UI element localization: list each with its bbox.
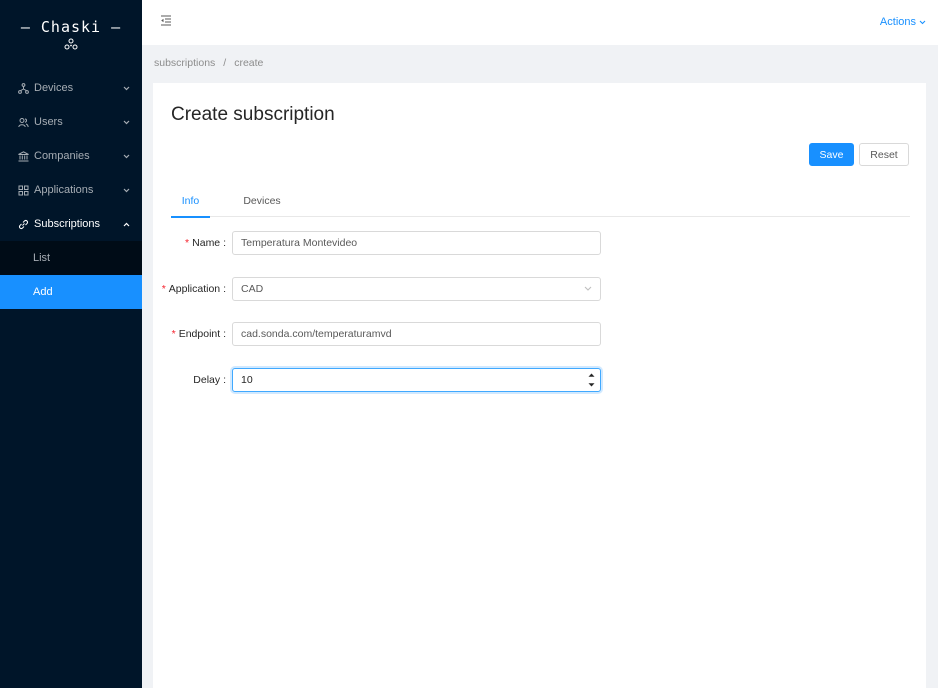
- delay-input-value: 10: [241, 374, 253, 386]
- sidebar-item-users[interactable]: Users: [0, 105, 142, 139]
- endpoint-label: * Endpoint :: [171, 328, 226, 340]
- sidebar-subitem-label: Add: [33, 286, 53, 298]
- content-card: Create subscription Save Reset Info Devi…: [153, 83, 926, 688]
- increment-arrow-icon[interactable]: [584, 370, 598, 380]
- bank-icon: [17, 150, 29, 162]
- application-select-value: CAD: [241, 283, 264, 295]
- sidebar-item-label: Subscriptions: [34, 218, 101, 230]
- sidebar-item-companies[interactable]: Companies: [0, 139, 142, 173]
- delay-stepper: [582, 369, 600, 391]
- sidebar-item-devices[interactable]: Devices: [0, 71, 142, 105]
- subscriptions-submenu: List Add: [0, 241, 142, 309]
- form-row-delay: Delay : 10: [153, 368, 926, 392]
- sidebar-subitem-add[interactable]: Add: [0, 275, 142, 309]
- actions-label: Actions: [879, 16, 916, 28]
- form-row-application: * Application : CAD: [153, 277, 926, 301]
- name-input[interactable]: Temperatura Montevideo: [232, 231, 601, 255]
- required-mark: *: [161, 283, 166, 295]
- sidebar-subitem-label: List: [33, 252, 51, 264]
- sidebar-item-applications[interactable]: Applications: [0, 173, 142, 207]
- required-mark: *: [185, 237, 190, 249]
- tab-info[interactable]: Info: [171, 195, 210, 218]
- form-row-endpoint: * Endpoint : cad.sonda.com/temperaturamvd: [153, 322, 926, 346]
- top-header: Actions: [142, 0, 938, 45]
- endpoint-input-value: cad.sonda.com/temperaturamvd: [241, 328, 392, 340]
- tab-devices[interactable]: Devices: [243, 195, 281, 217]
- sidebar-item-label: Applications: [34, 184, 94, 196]
- delay-label-text: Delay: [193, 374, 221, 386]
- form-row-name: * Name : Temperatura Montevideo: [153, 231, 926, 255]
- logo-text: — Chaski —: [20, 17, 122, 36]
- tabs-bar: Info Devices: [171, 191, 910, 218]
- users-icon: [17, 116, 29, 128]
- endpoint-input[interactable]: cad.sonda.com/temperaturamvd: [232, 322, 601, 346]
- application-select[interactable]: CAD: [232, 277, 601, 301]
- endpoint-label-text: Endpoint: [178, 328, 221, 340]
- decrement-arrow-icon[interactable]: [584, 380, 598, 390]
- sidebar: — Chaski — Devices Users Companies Appli…: [0, 0, 142, 688]
- name-label: * Name :: [185, 237, 226, 249]
- chaski-logo-icon: [64, 38, 78, 53]
- sidebar-menu: Devices Users Companies Applications Sub…: [0, 71, 142, 309]
- chevron-down-icon: [584, 286, 592, 291]
- reset-button[interactable]: Reset: [859, 143, 909, 166]
- sidebar-item-label: Users: [34, 116, 63, 128]
- application-label-text: Application: [168, 283, 221, 295]
- breadcrumb-separator: /: [223, 57, 227, 69]
- delay-label: Delay :: [193, 374, 226, 386]
- delay-number-input[interactable]: 10: [232, 368, 601, 392]
- application-label: * Application :: [161, 283, 226, 295]
- required-mark: *: [171, 328, 176, 340]
- breadcrumb-item-create: create: [234, 57, 264, 69]
- chevron-down-icon: [122, 152, 130, 160]
- sidebar-item-subscriptions[interactable]: Subscriptions: [0, 207, 142, 241]
- chevron-up-icon: [122, 220, 130, 228]
- breadcrumb-item-subscriptions[interactable]: subscriptions: [154, 57, 215, 69]
- appstore-icon: [17, 184, 29, 196]
- sidebar-item-label: Companies: [34, 150, 90, 162]
- name-label-text: Name: [192, 237, 221, 249]
- sidebar-subitem-list[interactable]: List: [0, 241, 142, 275]
- logo[interactable]: — Chaski —: [0, 0, 142, 70]
- link-icon: [17, 218, 29, 230]
- breadcrumb: subscriptions / create: [154, 57, 263, 69]
- cluster-icon: [17, 82, 29, 94]
- sidebar-item-label: Devices: [34, 82, 74, 94]
- chevron-down-icon: [122, 118, 130, 126]
- chevron-down-icon: [122, 186, 130, 194]
- menu-fold-icon[interactable]: [160, 15, 172, 27]
- page-title: Create subscription: [171, 104, 335, 125]
- actions-dropdown[interactable]: Actions: [880, 16, 926, 28]
- save-button[interactable]: Save: [809, 143, 854, 166]
- chevron-down-icon: [122, 84, 130, 92]
- name-input-value: Temperatura Montevideo: [241, 237, 358, 249]
- chevron-down-icon: [919, 20, 926, 24]
